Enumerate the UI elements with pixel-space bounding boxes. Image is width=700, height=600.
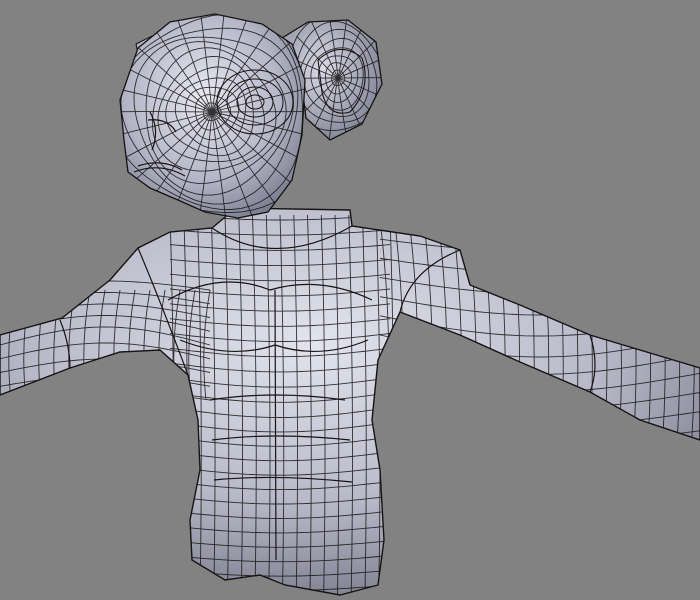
edge-line: [612, 219, 622, 451]
edge-loop: [0, 390, 211, 401]
edge-line: [597, 219, 608, 451]
edge-loop: [379, 449, 700, 462]
edge-loop: [379, 219, 700, 232]
mesh-render[interactable]: [0, 0, 700, 600]
edge-loop: [379, 430, 700, 445]
3d-viewport[interactable]: [0, 0, 700, 600]
torso-and-arms: [0, 207, 700, 596]
